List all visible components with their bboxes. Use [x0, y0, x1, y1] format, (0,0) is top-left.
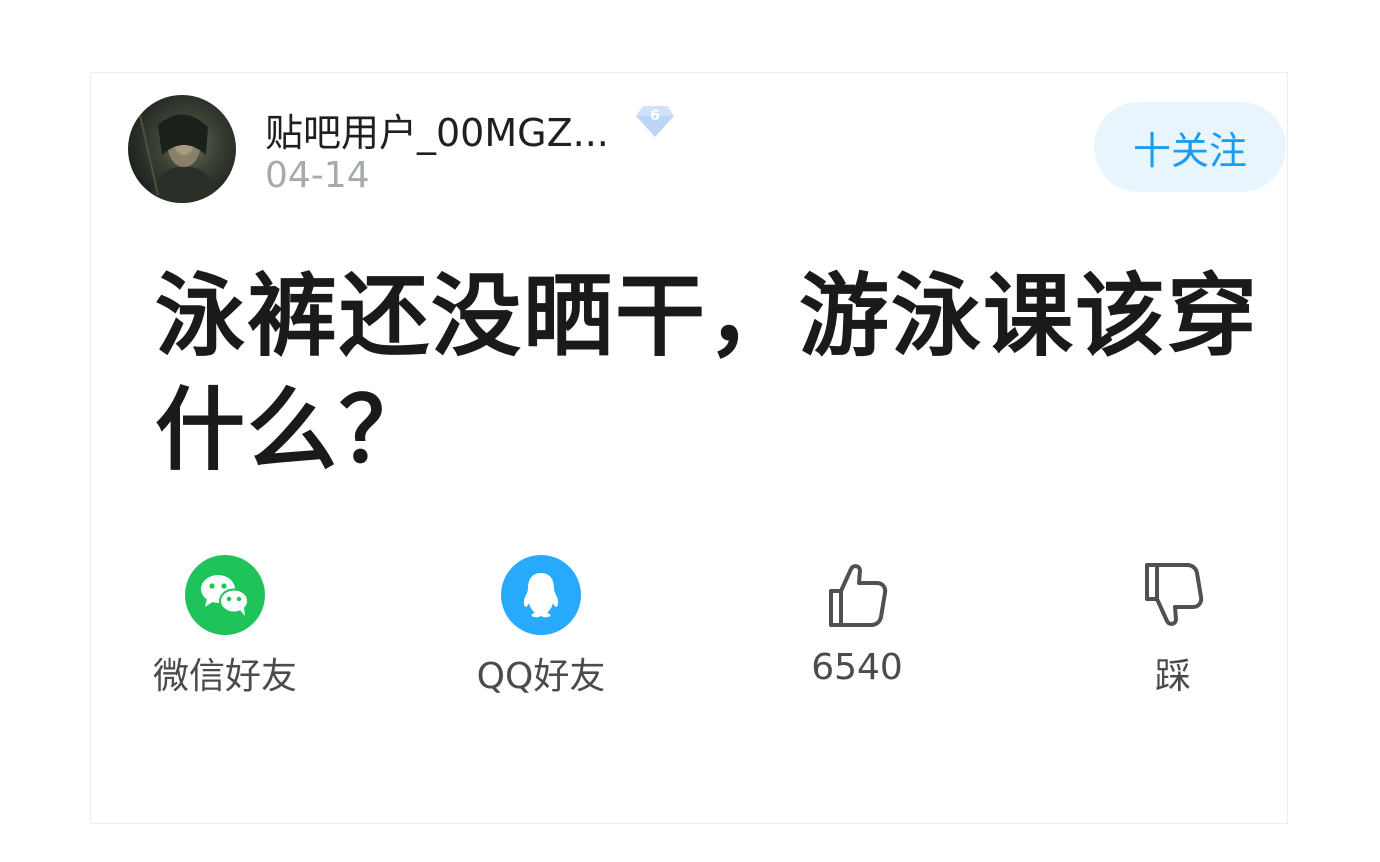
wechat-icon [185, 555, 265, 635]
like-count: 6540 [811, 647, 903, 688]
level-badge: 6 [634, 102, 676, 140]
share-wechat-button[interactable]: 微信好友 [125, 555, 325, 699]
share-qq-button[interactable]: QQ好友 [441, 555, 641, 699]
user-avatar[interactable] [128, 95, 236, 203]
dislike-label: 踩 [1154, 656, 1191, 697]
follow-button[interactable]: 十关注 [1094, 102, 1286, 192]
post-date: 04-14 [265, 155, 370, 196]
like-button[interactable]: 6540 [757, 555, 957, 688]
share-wechat-label: 微信好友 [152, 656, 297, 697]
qq-icon [501, 555, 581, 635]
thumbs-up-icon [829, 564, 888, 627]
share-qq-label: QQ好友 [476, 656, 606, 697]
dislike-button[interactable]: 踩 [1073, 555, 1273, 699]
thumbs-down-icon [1145, 563, 1204, 626]
post-title: 泳裤还没晒干，游泳课该穿什么？ [155, 264, 1259, 483]
level-number: 6 [650, 108, 660, 124]
username[interactable]: 贴吧用户_00MGZ... [265, 102, 609, 157]
